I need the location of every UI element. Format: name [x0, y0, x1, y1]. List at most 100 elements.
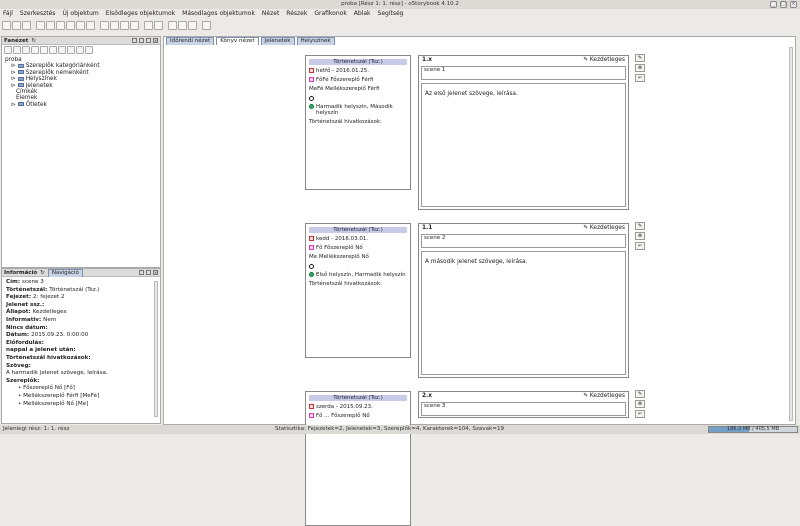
- open-icon[interactable]: [12, 21, 21, 30]
- menu-item[interactable]: Másodlagos objektumok: [182, 9, 255, 19]
- calendar-icon: [309, 404, 314, 409]
- tab-book-view[interactable]: Könyv nézet: [216, 37, 259, 45]
- info-scrollbar[interactable]: [154, 281, 158, 417]
- scene-editor[interactable]: 2.x ✎ Kezdetleges scene 3: [418, 391, 629, 418]
- window-title: proba [Rész 1: 1. rész] - oStorybook 4.1…: [341, 1, 459, 7]
- tab-navigation[interactable]: Navigáció: [47, 268, 83, 277]
- tab-chrono-view[interactable]: Időrendi nézet: [166, 37, 215, 45]
- menu-item[interactable]: Szerkesztés: [20, 9, 56, 19]
- memo-icon[interactable]: [144, 21, 153, 30]
- minimize-button[interactable]: _: [770, 1, 777, 8]
- scene-icon[interactable]: [46, 21, 55, 30]
- items-icon[interactable]: [49, 46, 57, 54]
- collapse-icon[interactable]: [76, 46, 84, 54]
- pin-icon[interactable]: [132, 38, 137, 43]
- soccer-ball-icon: [309, 263, 314, 269]
- tip-icon[interactable]: [202, 21, 211, 30]
- close-button[interactable]: ×: [790, 1, 797, 8]
- tab-scenes[interactable]: Jelenetek: [260, 37, 295, 45]
- info-key: Történetszál hivatkozások: [6, 354, 89, 361]
- maximize-button[interactable]: □: [780, 1, 787, 8]
- info-value: Nem: [43, 316, 57, 323]
- chrono-icon[interactable]: [100, 21, 109, 30]
- new-file-icon[interactable]: [2, 21, 11, 30]
- export-icon[interactable]: [178, 21, 187, 30]
- maximize-panel-icon[interactable]: [146, 38, 151, 43]
- tag-icon[interactable]: [76, 21, 85, 30]
- persons-icon[interactable]: [13, 46, 21, 54]
- scene-text-area[interactable]: A második jelenet szövege, leírása.: [421, 251, 626, 375]
- new-scene-button[interactable]: ↵: [635, 242, 645, 250]
- menu-item[interactable]: Nézet: [262, 9, 279, 19]
- strand-card[interactable]: Történetszál (Tsz.) szerda - 2015.09.23. F…: [305, 391, 411, 526]
- strand-card[interactable]: Történetszál (Tsz.) hétfő - 2016.01.25. Fő…: [305, 55, 411, 190]
- manage-icon[interactable]: [120, 21, 129, 30]
- minimize-panel-icon[interactable]: [139, 38, 144, 43]
- scenes-icon[interactable]: [31, 46, 39, 54]
- item-icon[interactable]: [86, 21, 95, 30]
- info-panel-header: Információ ↻ Navigáció ×: [2, 268, 160, 277]
- new-scene-button[interactable]: ↵: [635, 410, 645, 418]
- info-key: Informativ: [6, 316, 39, 323]
- print-icon[interactable]: [168, 21, 177, 30]
- expand-arrow-icon[interactable]: ⊳: [11, 83, 18, 89]
- menu-item[interactable]: Segítség: [378, 9, 404, 19]
- ideas-icon[interactable]: [58, 46, 66, 54]
- notes-icon[interactable]: [67, 46, 75, 54]
- delete-scene-button[interactable]: ⊗: [635, 232, 645, 240]
- locations-icon[interactable]: [22, 46, 30, 54]
- tree-view: proba ⊳ Szereplők kategóriánként ⊳ Szerepl…: [2, 55, 160, 110]
- expand-arrow-icon[interactable]: ⊳: [11, 63, 18, 69]
- strand-card[interactable]: Történetszál (Tsz.) kedd - 2016.03.01. Fő …: [305, 223, 411, 358]
- chapter-icon[interactable]: [36, 21, 45, 30]
- menu-item[interactable]: Ablak: [354, 9, 371, 19]
- reading-icon[interactable]: [130, 21, 139, 30]
- save-icon[interactable]: [22, 21, 31, 30]
- book-icon[interactable]: [110, 21, 119, 30]
- tab-locations[interactable]: Helyszínek: [296, 37, 335, 45]
- tree-node[interactable]: ⊳ Ötletek: [5, 102, 157, 108]
- scene-text-area[interactable]: Az első jelenet szövege, leírása.: [421, 83, 626, 207]
- delete-scene-button[interactable]: ⊗: [635, 400, 645, 408]
- card-row: Fő Főszereplő Nő: [306, 242, 410, 251]
- person-icon[interactable]: [56, 21, 65, 30]
- expand-arrow-icon[interactable]: ⊳: [11, 76, 18, 82]
- edit-scene-button[interactable]: ✎: [635, 222, 645, 230]
- scene-editor[interactable]: 1.x ✎ Kezdetleges scene 1 Az első jelenet s…: [418, 55, 629, 210]
- refresh-icon[interactable]: ↻: [40, 270, 45, 276]
- close-panel-icon[interactable]: ×: [153, 270, 158, 275]
- menu-item[interactable]: Fájl: [3, 9, 13, 19]
- menu-item[interactable]: Részek: [286, 9, 307, 19]
- show-all-icon[interactable]: [4, 46, 12, 54]
- delete-scene-button[interactable]: ⊗: [635, 64, 645, 72]
- scene-name-field[interactable]: scene 3: [421, 402, 626, 416]
- info-row: • Főszereplő Nő [Fő]: [6, 385, 156, 393]
- edit-scene-button[interactable]: ✎: [635, 54, 645, 62]
- refresh-icon[interactable]: ↻: [31, 38, 36, 44]
- scene-name-field[interactable]: scene 1: [421, 66, 626, 80]
- scene-name-field[interactable]: scene 2: [421, 234, 626, 248]
- zoom-icon[interactable]: [188, 21, 197, 30]
- center-scrollbar[interactable]: [789, 47, 793, 421]
- expand-icon[interactable]: [85, 46, 93, 54]
- new-scene-button[interactable]: ↵: [635, 74, 645, 82]
- menu-item[interactable]: Új objektum: [62, 9, 98, 19]
- ideas-icon[interactable]: [154, 21, 163, 30]
- card-row: FőFé Főszereplő Férfi: [306, 74, 410, 83]
- tree-node-label: Szereplők nemenként: [25, 69, 89, 76]
- location-icon[interactable]: [66, 21, 75, 30]
- expand-arrow-icon[interactable]: ⊳: [11, 102, 18, 108]
- scene-number: 1.x: [422, 57, 432, 63]
- tags-icon[interactable]: [40, 46, 48, 54]
- expand-arrow-icon[interactable]: ⊳: [11, 70, 18, 76]
- maximize-panel-icon[interactable]: [146, 270, 151, 275]
- menu-item[interactable]: Elsődleges objektumok: [106, 9, 175, 19]
- menu-item[interactable]: Grafikonok: [314, 9, 346, 19]
- memory-indicator[interactable]: 186,3 MB / 405,5 MB: [708, 426, 798, 433]
- tab-info[interactable]: Információ: [4, 270, 37, 276]
- minimize-panel-icon[interactable]: [139, 270, 144, 275]
- pencil-icon: ✎: [583, 393, 590, 399]
- edit-scene-button[interactable]: ✎: [635, 390, 645, 398]
- scene-editor[interactable]: 1.1 ✎ Kezdetleges scene 2A második jelenet…: [418, 223, 629, 378]
- close-panel-icon[interactable]: ×: [153, 38, 158, 43]
